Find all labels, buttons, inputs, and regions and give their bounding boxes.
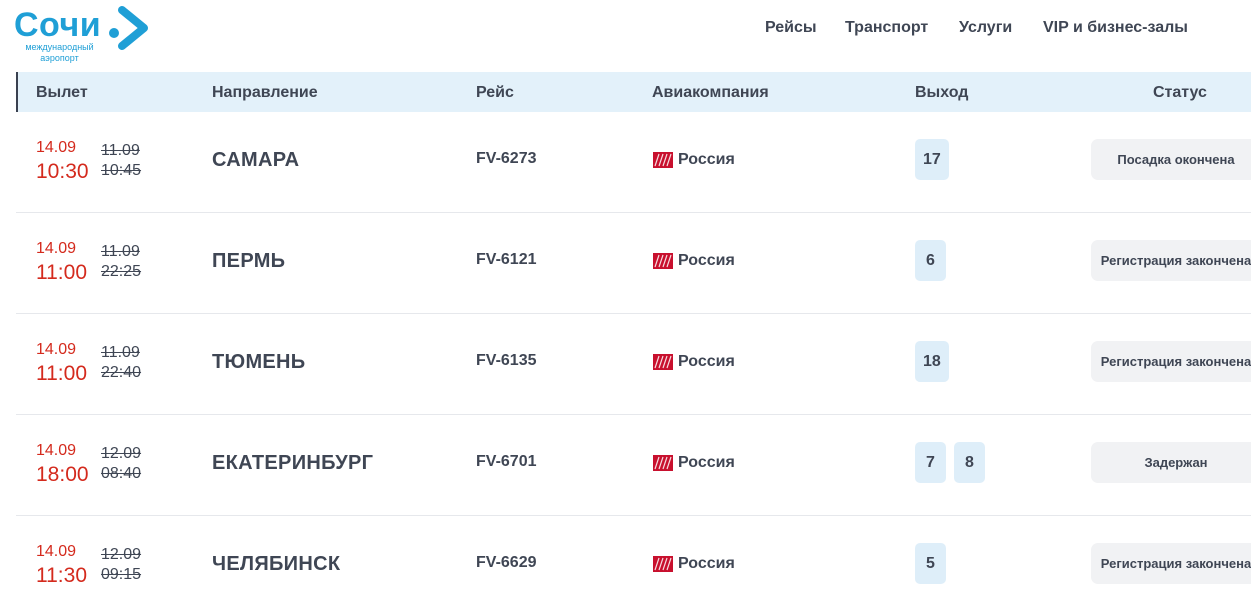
airline-cell: Россия xyxy=(653,352,735,372)
departure-date-old: 12.09 xyxy=(101,546,142,563)
main-nav: Рейсы Транспорт Услуги VIP и бизнес-залы xyxy=(0,19,1251,43)
departure-date-new: 14.09 xyxy=(36,240,77,257)
departure-date-new: 14.09 xyxy=(36,543,77,560)
gate-badge: 5 xyxy=(915,543,946,584)
departure-time-old: 09:15 xyxy=(101,566,142,583)
departure-date-old: 12.09 xyxy=(101,445,142,462)
airline-name: Россия xyxy=(678,151,735,168)
airline-name: Россия xyxy=(678,353,735,370)
table-row[interactable]: 14.09 11:30 12.09 09:15 ЧЕЛЯБИНСК FV-6629 Росс… xyxy=(16,516,1251,598)
flight-number: FV-6121 xyxy=(476,251,537,268)
departure-time-old: 10:45 xyxy=(101,162,142,179)
rossiya-airline-logo xyxy=(653,455,673,471)
flight-number: FV-6273 xyxy=(476,150,537,167)
column-header-gate: Выход xyxy=(915,84,969,101)
departure-time-new: 11:00 xyxy=(36,261,87,284)
gate-badge: 18 xyxy=(915,341,949,382)
gate-badge: 7 xyxy=(915,442,946,483)
status-badge: Регистрация закончена xyxy=(1091,341,1251,382)
departure-time-new: 11:00 xyxy=(36,362,87,385)
destination-city: ЧЕЛЯБИНСК xyxy=(212,553,341,575)
departure-time-new: 11:30 xyxy=(36,564,87,587)
logo-sub-line2: аэропорт xyxy=(40,53,79,63)
column-header-airline: Авиакомпания xyxy=(652,84,769,101)
nav-item-services[interactable]: Услуги xyxy=(959,19,1012,37)
flight-number: FV-6135 xyxy=(476,352,537,369)
departure-time-old: 22:40 xyxy=(101,364,142,381)
status-badge: Регистрация закончена xyxy=(1091,240,1251,281)
site-header: Сочи международный аэропорт Рейсы Трансп… xyxy=(0,0,1251,72)
destination-city: САМАРА xyxy=(212,149,300,171)
departure-date-old: 11.09 xyxy=(101,243,140,260)
rossiya-airline-logo xyxy=(653,354,673,370)
departure-date-old: 11.09 xyxy=(101,344,140,361)
flight-number: FV-6629 xyxy=(476,554,537,571)
departure-time-new: 10:30 xyxy=(36,160,89,183)
departure-date-new: 14.09 xyxy=(36,341,77,358)
airline-name: Россия xyxy=(678,555,735,572)
nav-item-vip-lounges[interactable]: VIP и бизнес-залы xyxy=(1043,19,1188,37)
table-header: Вылет Направление Рейс Авиакомпания Выхо… xyxy=(16,72,1251,112)
gate-badge: 6 xyxy=(915,240,946,281)
destination-city: ТЮМЕНЬ xyxy=(212,351,306,373)
table-row[interactable]: 14.09 11:00 11.09 22:40 ТЮМЕНЬ FV-6135 Россия 1… xyxy=(16,314,1251,415)
airline-cell: Россия xyxy=(653,150,735,170)
airline-cell: Россия xyxy=(653,554,735,574)
status-badge: Регистрация закончена xyxy=(1091,543,1251,584)
gate-badge: 8 xyxy=(954,442,985,483)
table-row[interactable]: 14.09 11:00 11.09 22:25 ПЕРМЬ FV-6121 Россия 6 Р… xyxy=(16,213,1251,314)
departure-date-old: 11.09 xyxy=(101,142,140,159)
logo-subtitle: международный аэропорт xyxy=(22,42,97,64)
table-row[interactable]: 14.09 18:00 12.09 08:40 ЕКАТЕРИНБУРГ FV-6701 Р… xyxy=(16,415,1251,516)
destination-city: ПЕРМЬ xyxy=(212,250,286,272)
departure-time-new: 18:00 xyxy=(36,463,89,486)
airline-name: Россия xyxy=(678,454,735,471)
destination-city: ЕКАТЕРИНБУРГ xyxy=(212,452,374,474)
table-row[interactable]: 14.09 10:30 11.09 10:45 САМАРА FV-6273 Россия 1… xyxy=(16,112,1251,213)
status-badge: Задержан xyxy=(1091,442,1251,483)
flight-number: FV-6701 xyxy=(476,453,537,470)
rossiya-airline-logo xyxy=(653,253,673,269)
column-header-flight: Рейс xyxy=(476,84,514,101)
column-header-destination: Направление xyxy=(212,84,318,101)
status-badge: Посадка окончена xyxy=(1091,139,1251,180)
logo-sub-line1: международный xyxy=(25,42,94,52)
departure-time-old: 08:40 xyxy=(101,465,142,482)
nav-item-flights[interactable]: Рейсы xyxy=(765,19,817,37)
rossiya-airline-logo xyxy=(653,556,673,572)
airline-cell: Россия xyxy=(653,251,735,271)
gate-badge: 17 xyxy=(915,139,949,180)
column-header-departure: Вылет xyxy=(36,84,88,101)
departure-date-new: 14.09 xyxy=(36,139,77,156)
airline-cell: Россия xyxy=(653,453,735,473)
departure-date-new: 14.09 xyxy=(36,442,77,459)
rossiya-airline-logo xyxy=(653,152,673,168)
nav-item-transport[interactable]: Транспорт xyxy=(845,19,928,37)
column-header-status: Статус xyxy=(1153,84,1207,101)
airline-name: Россия xyxy=(678,252,735,269)
departure-time-old: 22:25 xyxy=(101,263,142,280)
